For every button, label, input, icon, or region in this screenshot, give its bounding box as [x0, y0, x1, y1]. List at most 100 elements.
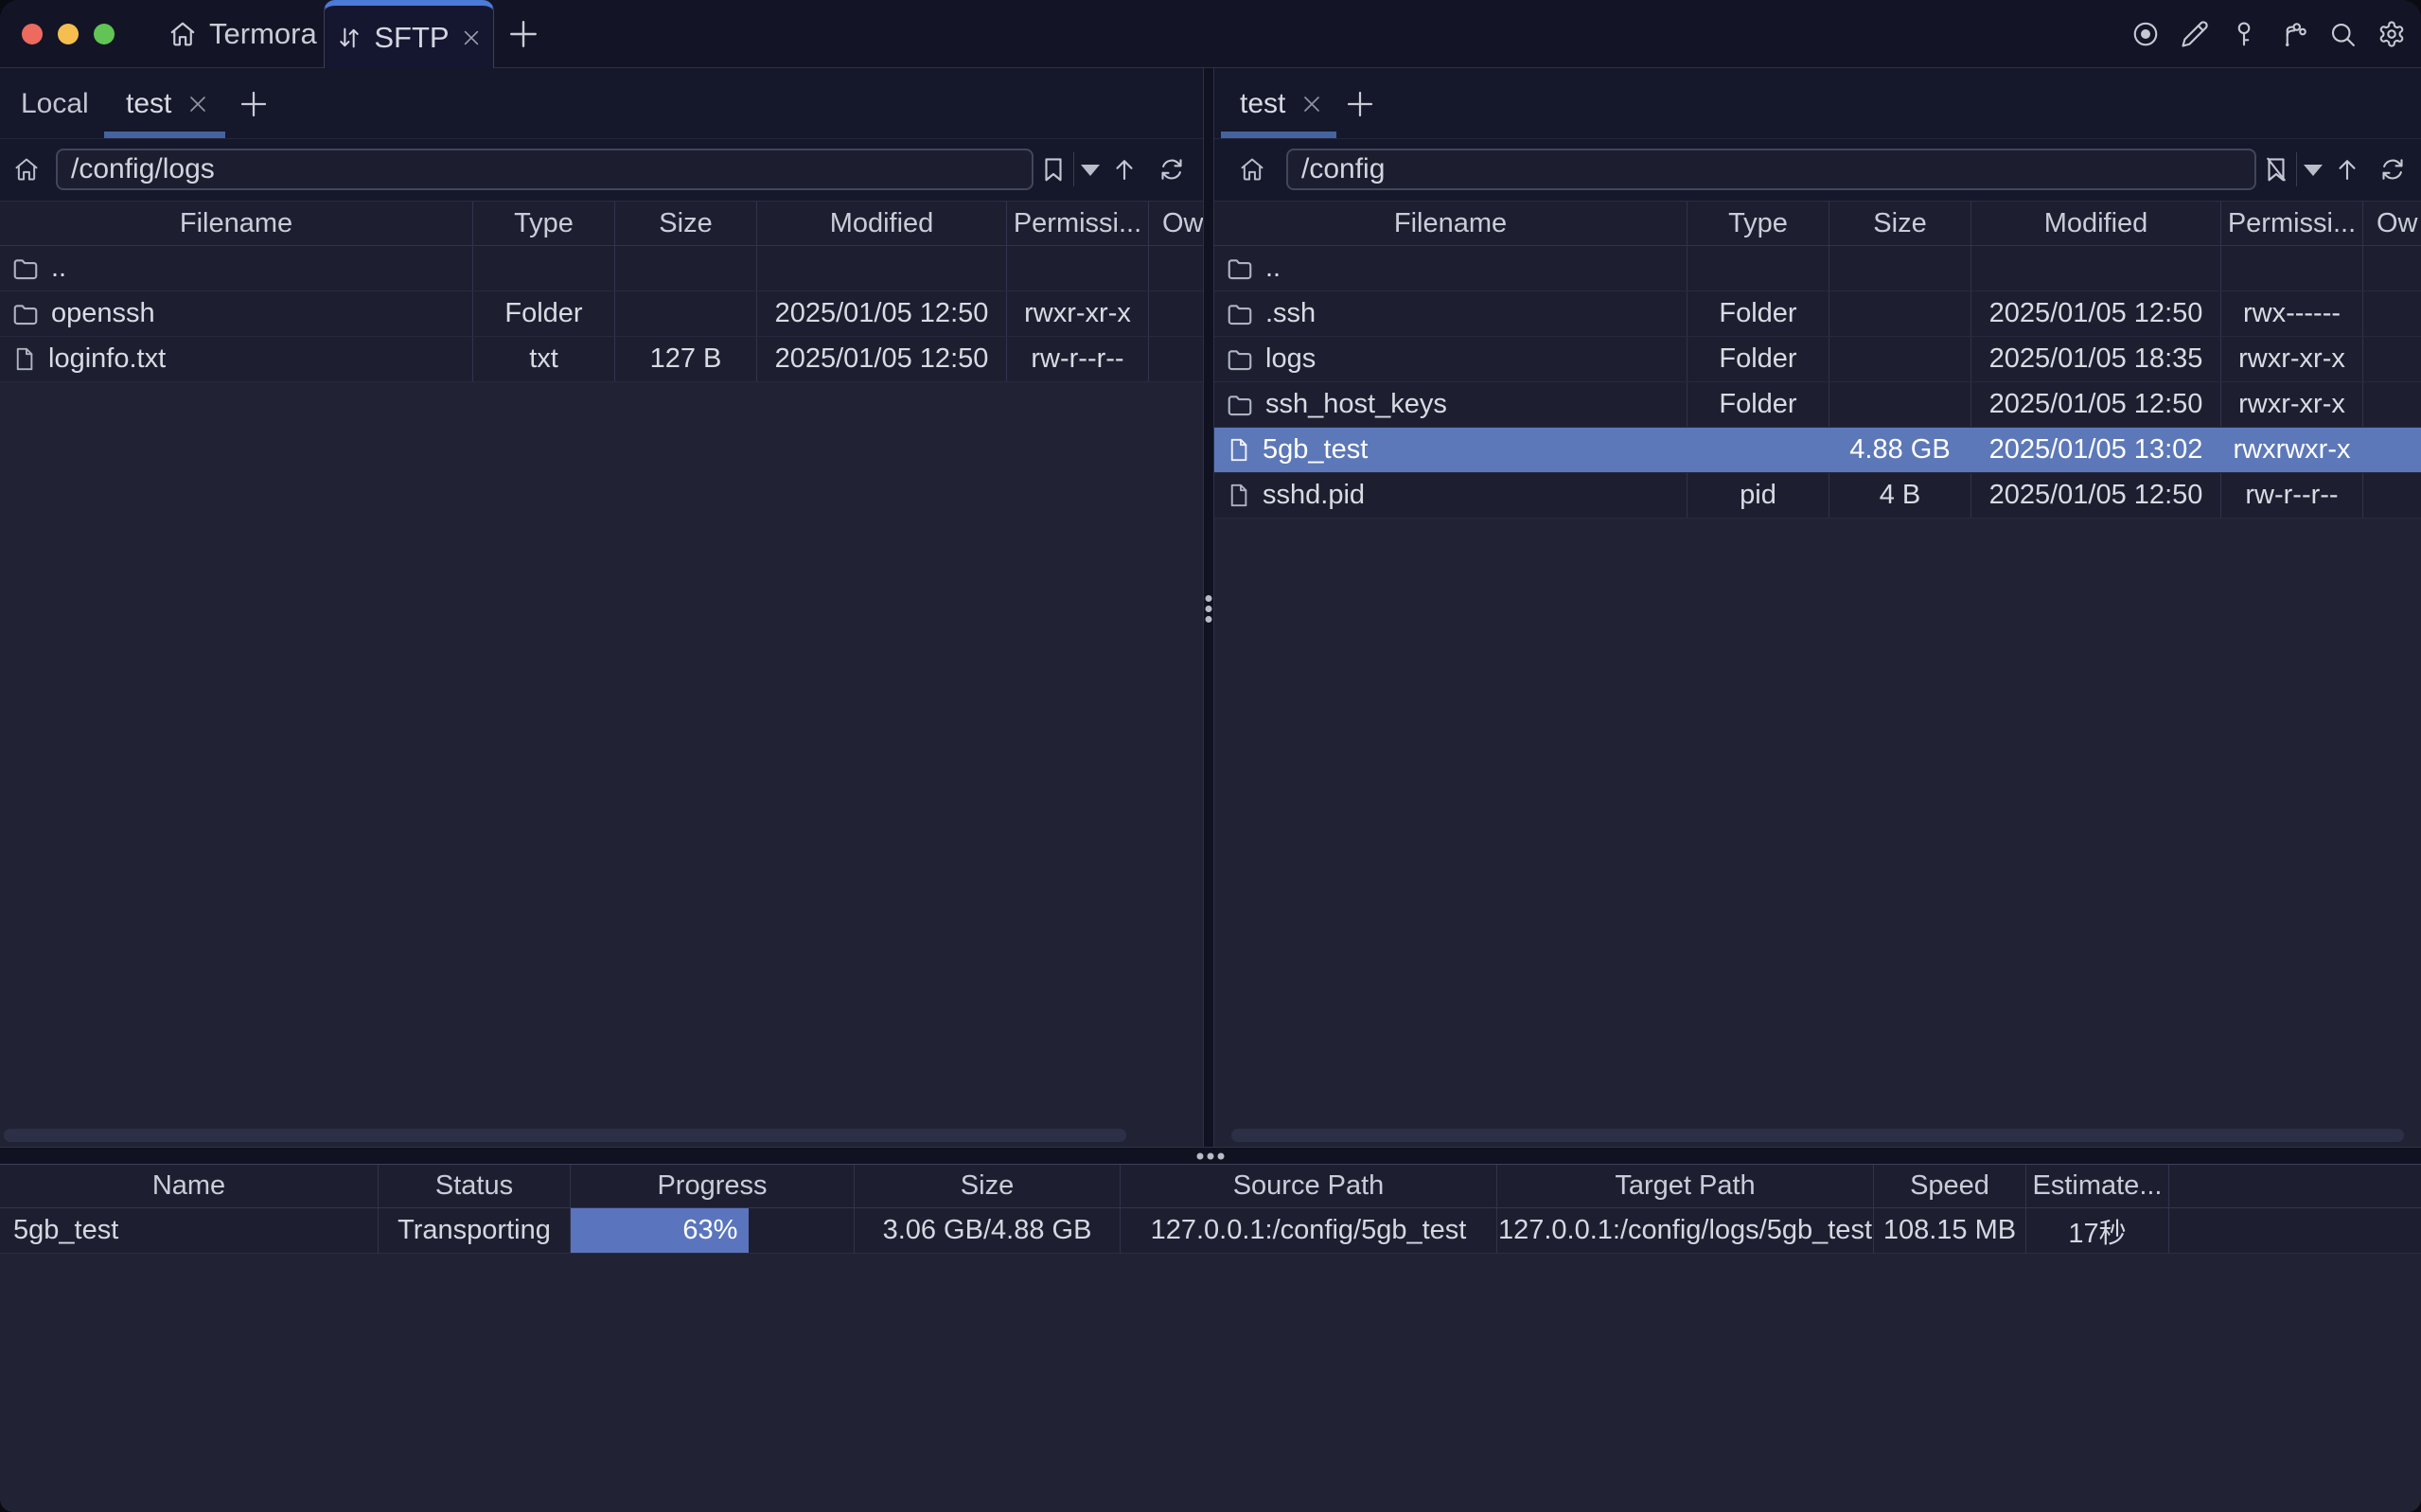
- column-header-type[interactable]: Type: [473, 202, 615, 245]
- transfer-row[interactable]: 5gb_test Transporting 63% 3.06 GB/4.88 G…: [0, 1208, 2421, 1254]
- column-header-name[interactable]: Name: [0, 1165, 379, 1207]
- filename: 5gb_test: [1263, 434, 1368, 466]
- transfer-blank: [2169, 1208, 2421, 1253]
- bookmark-icon[interactable]: [1039, 155, 1068, 184]
- transfer-source-path: 127.0.0.1:/config/5gb_test: [1121, 1208, 1497, 1253]
- table-row-selected[interactable]: 5gb_test 4.88 GB 2025/01/05 13:02 rwxrwx…: [1214, 428, 2421, 473]
- column-header-permissions[interactable]: Permissi...: [1007, 202, 1149, 245]
- column-header-filename[interactable]: Filename: [1214, 202, 1688, 245]
- progress-label: 63%: [682, 1215, 737, 1246]
- path-input-left[interactable]: [56, 149, 1034, 190]
- folder-icon: [1226, 300, 1254, 328]
- right-pane-toolbar: [1214, 139, 2421, 201]
- tab-test-label: test: [1240, 88, 1285, 120]
- column-header-owner[interactable]: Ow: [2363, 202, 2421, 245]
- horizontal-scrollbar[interactable]: [1231, 1129, 2404, 1142]
- pane-splitter-vertical[interactable]: [1203, 68, 1214, 1147]
- column-header-source-path[interactable]: Source Path: [1121, 1165, 1497, 1207]
- zoom-window-button[interactable]: [94, 24, 115, 44]
- home-icon: [168, 20, 197, 48]
- edit-icon[interactable]: [2181, 20, 2209, 48]
- git-branch-icon[interactable]: [2279, 20, 2307, 48]
- home-directory-icon[interactable]: [1239, 156, 1265, 183]
- column-header-size[interactable]: Size: [1829, 202, 1971, 245]
- splitter-grip: [1206, 595, 1212, 623]
- home-directory-icon[interactable]: [13, 156, 40, 183]
- tab-sftp-label: SFTP: [374, 21, 449, 55]
- filename: ..: [51, 253, 66, 284]
- column-header-type[interactable]: Type: [1688, 202, 1829, 245]
- refresh-icon[interactable]: [1157, 155, 1186, 184]
- folder-icon: [1226, 255, 1254, 283]
- close-tab-icon[interactable]: [461, 27, 482, 48]
- parent-directory-icon[interactable]: [1110, 155, 1139, 184]
- column-header-size[interactable]: Size: [615, 202, 757, 245]
- column-header-estimate[interactable]: Estimate...: [2026, 1165, 2169, 1207]
- right-pane-tabstrip: test: [1214, 68, 2421, 139]
- file-icon: [1226, 483, 1251, 508]
- column-header-speed[interactable]: Speed: [1874, 1165, 2026, 1207]
- key-icon[interactable]: [2230, 20, 2258, 48]
- table-row[interactable]: logs Folder 2025/01/05 18:35 rwxr-xr-x: [1214, 337, 2421, 382]
- new-pane-tab-button[interactable]: [1345, 89, 1375, 119]
- new-window-tab-button[interactable]: [507, 18, 539, 50]
- table-row[interactable]: loginfo.txt txt 127 B 2025/01/05 12:50 r…: [0, 337, 1203, 382]
- table-row[interactable]: ssh_host_keys Folder 2025/01/05 12:50 rw…: [1214, 382, 2421, 428]
- close-tab-icon[interactable]: [186, 93, 209, 115]
- transfer-size: 3.06 GB/4.88 GB: [855, 1208, 1121, 1253]
- progress-bar: 63%: [571, 1208, 749, 1253]
- tab-local-label: Local: [21, 88, 89, 120]
- splitter-grip: [1197, 1152, 1225, 1159]
- filename: .ssh: [1265, 298, 1316, 329]
- column-header-modified[interactable]: Modified: [1971, 202, 2221, 245]
- column-header-permissions[interactable]: Permissi...: [2221, 202, 2363, 245]
- minimize-window-button[interactable]: [58, 24, 79, 44]
- tab-test-right[interactable]: test: [1240, 68, 1323, 139]
- table-row[interactable]: sshd.pid pid 4 B 2025/01/05 12:50 rw-r--…: [1214, 473, 2421, 519]
- chevron-down-icon[interactable]: [2304, 165, 2323, 176]
- folder-icon: [11, 300, 40, 328]
- column-header-status[interactable]: Status: [379, 1165, 571, 1207]
- column-header-filename[interactable]: Filename: [0, 202, 473, 245]
- column-header-target-path[interactable]: Target Path: [1497, 1165, 1874, 1207]
- folder-icon: [11, 255, 40, 283]
- new-pane-tab-button[interactable]: [239, 89, 269, 119]
- column-header-size[interactable]: Size: [855, 1165, 1121, 1207]
- filename: logs: [1265, 343, 1316, 375]
- right-file-table: Filename Type Size Modified Permissi... …: [1214, 201, 2421, 519]
- close-tab-icon[interactable]: [1300, 93, 1323, 115]
- column-header-modified[interactable]: Modified: [757, 202, 1007, 245]
- chevron-down-icon[interactable]: [1081, 165, 1100, 176]
- tab-termora[interactable]: Termora: [168, 0, 317, 68]
- tab-test-label: test: [126, 88, 171, 120]
- settings-gear-icon[interactable]: [2377, 20, 2406, 48]
- tab-test-left[interactable]: test: [126, 68, 209, 139]
- transfer-arrows-icon: [336, 25, 362, 51]
- bookmark-remove-icon[interactable]: [2262, 155, 2290, 184]
- table-row[interactable]: ..: [0, 246, 1203, 291]
- column-header-blank: [2169, 1165, 2421, 1207]
- transfer-estimate: 17秒: [2026, 1208, 2169, 1253]
- toolbar-separator: [2296, 152, 2297, 186]
- tab-local[interactable]: Local: [21, 68, 89, 139]
- pane-splitter-horizontal[interactable]: [0, 1147, 2421, 1165]
- horizontal-scrollbar[interactable]: [4, 1129, 1126, 1142]
- table-row[interactable]: ..: [1214, 246, 2421, 291]
- refresh-icon[interactable]: [2378, 155, 2407, 184]
- table-row[interactable]: .ssh Folder 2025/01/05 12:50 rwx------: [1214, 291, 2421, 337]
- close-window-button[interactable]: [22, 24, 43, 44]
- search-icon[interactable]: [2328, 20, 2357, 48]
- column-header-owner[interactable]: Ow: [1149, 202, 1203, 245]
- file-icon: [11, 346, 37, 372]
- record-icon[interactable]: [2131, 20, 2160, 48]
- transfer-status: Transporting: [379, 1208, 571, 1253]
- tab-sftp[interactable]: SFTP: [324, 0, 494, 69]
- path-input-right[interactable]: [1286, 149, 2256, 190]
- transfer-speed: 108.15 MB: [1874, 1208, 2026, 1253]
- filename: ssh_host_keys: [1265, 389, 1447, 420]
- table-row[interactable]: openssh Folder 2025/01/05 12:50 rwxr-xr-…: [0, 291, 1203, 337]
- active-tab-underline: [104, 132, 225, 138]
- transfer-target-path: 127.0.0.1:/config/logs/5gb_test: [1497, 1208, 1874, 1253]
- column-header-progress[interactable]: Progress: [571, 1165, 855, 1207]
- parent-directory-icon[interactable]: [2333, 155, 2361, 184]
